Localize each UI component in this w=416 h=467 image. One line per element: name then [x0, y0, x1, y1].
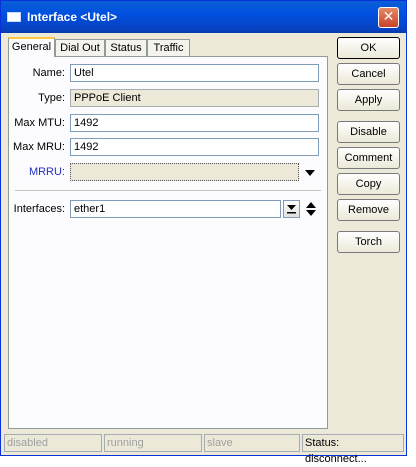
up-down-arrows-icon[interactable] [305, 201, 317, 217]
status-bar: disabled running slave Status: disconnec… [4, 434, 404, 465]
status-running: running [104, 434, 202, 452]
tab-general[interactable]: General [8, 37, 55, 57]
type-field: PPPoE Client [70, 89, 319, 107]
copy-button[interactable]: Copy [337, 173, 400, 195]
mrru-input[interactable] [70, 163, 299, 181]
separator [15, 190, 321, 191]
interfaces-select[interactable]: ether1 [70, 200, 281, 218]
name-label: Name: [32, 67, 65, 79]
window-title: Interface <Utel> [27, 10, 118, 24]
max-mru-input[interactable]: 1492 [70, 138, 319, 156]
max-mru-label: Max MRU: [13, 141, 65, 153]
interface-dialog: Interface <Utel> ✕ General Dial Out Stat… [0, 0, 407, 465]
status-slave: slave [204, 434, 300, 452]
tab-dial-out[interactable]: Dial Out [55, 39, 105, 56]
general-tab-panel: Name: Utel Type: PPPoE Client Max MTU: 1… [8, 56, 328, 429]
torch-button[interactable]: Torch [337, 231, 400, 253]
interfaces-dropdown-button[interactable] [283, 200, 300, 218]
tab-traffic[interactable]: Traffic [147, 39, 190, 56]
ok-button[interactable]: OK [337, 37, 400, 59]
disable-button[interactable]: Disable [337, 121, 400, 143]
apply-button[interactable]: Apply [337, 89, 400, 111]
type-label: Type: [38, 92, 65, 104]
interfaces-label: Interfaces: [13, 203, 65, 215]
mrru-label: MRRU: [28, 166, 65, 178]
comment-button[interactable]: Comment [337, 147, 400, 169]
tab-status[interactable]: Status [105, 39, 147, 56]
close-button[interactable]: ✕ [378, 7, 399, 28]
mrru-dropdown-arrow-icon[interactable] [305, 170, 315, 176]
cancel-button[interactable]: Cancel [337, 63, 400, 85]
status-connection: Status: disconnect... [302, 434, 404, 465]
max-mtu-input[interactable]: 1492 [70, 114, 319, 132]
title-bar[interactable]: Interface <Utel> ✕ [1, 1, 406, 33]
remove-button[interactable]: Remove [337, 199, 400, 221]
name-input[interactable]: Utel [70, 64, 319, 82]
status-disabled: disabled [4, 434, 102, 452]
max-mtu-label: Max MTU: [14, 117, 65, 129]
chevron-down-icon [287, 205, 296, 214]
window-icon [7, 12, 21, 22]
